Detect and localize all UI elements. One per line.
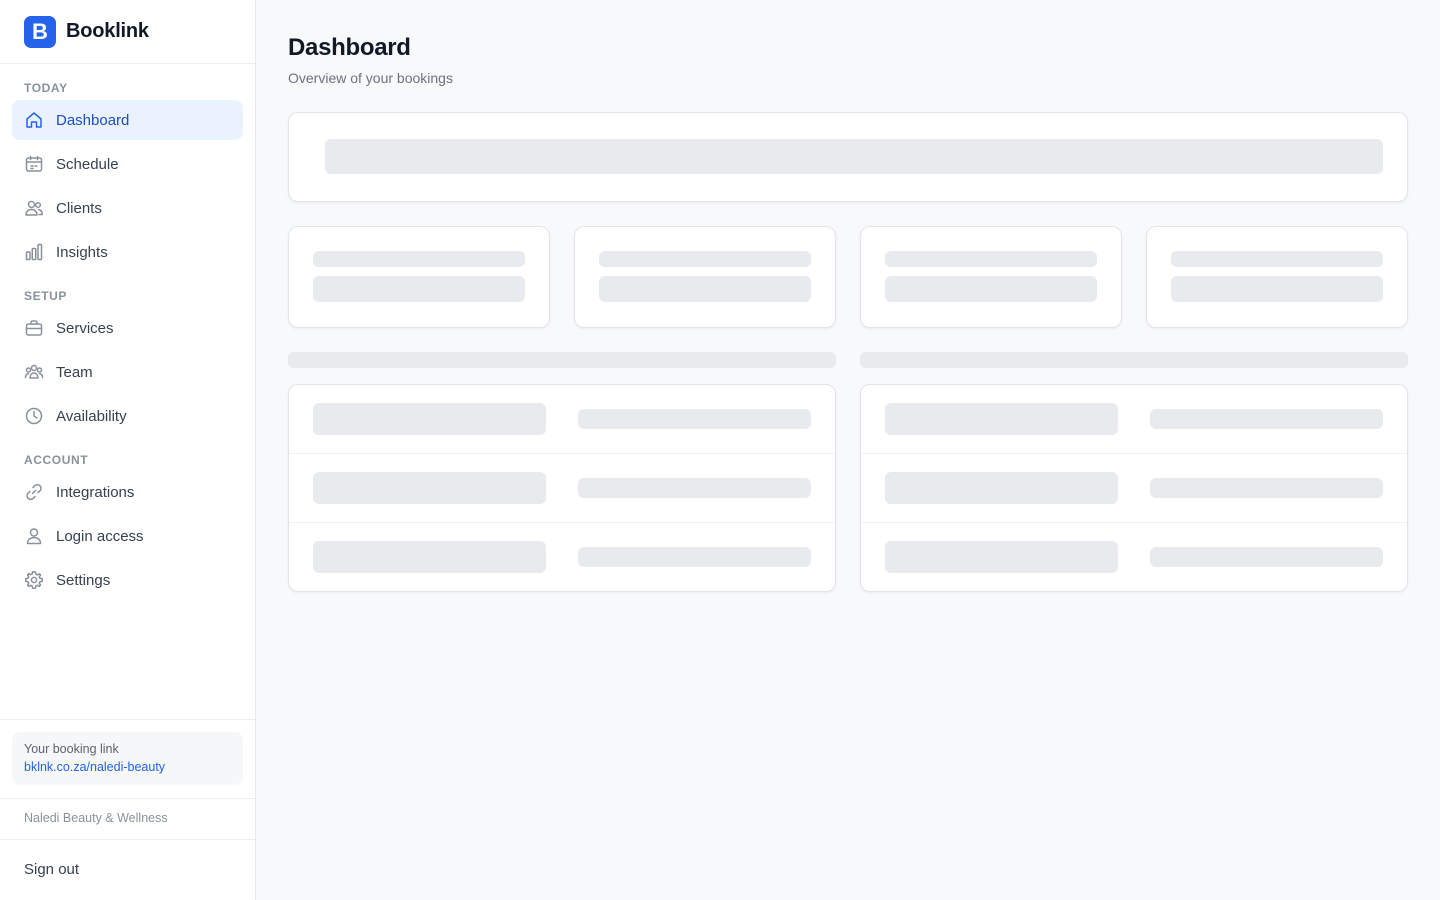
sidebar-item-insights[interactable]: Insights <box>12 232 243 272</box>
section-label-setup: SETUP <box>24 289 68 303</box>
skeleton-bar <box>313 472 546 504</box>
skeleton-stat-card <box>1146 226 1408 328</box>
section-label-today: TODAY <box>24 81 68 95</box>
sidebar-item-dashboard[interactable]: Dashboard <box>12 100 243 140</box>
skeleton-bar <box>313 276 525 302</box>
skeleton-bar <box>325 139 1383 174</box>
booking-link-card: Your booking link bklnk.co.za/naledi-bea… <box>12 732 243 785</box>
skeleton-stat-card <box>860 226 1122 328</box>
sign-out-button[interactable]: Sign out <box>24 861 79 878</box>
divider <box>0 798 255 799</box>
booking-link[interactable]: bklnk.co.za/naledi-beauty <box>24 760 231 774</box>
booking-link-caption: Your booking link <box>24 742 119 756</box>
skeleton-bar <box>578 409 811 429</box>
sidebar-item-settings[interactable]: Settings <box>12 560 243 600</box>
skeleton-bar <box>1171 276 1383 302</box>
row-divider <box>861 453 1407 454</box>
skeleton-bar <box>1150 478 1383 498</box>
sidebar: B Booklink TODAY Dashboard Schedule Clie… <box>0 0 256 900</box>
skeleton-stat-card <box>288 226 550 328</box>
sidebar-item-schedule[interactable]: Schedule <box>12 144 243 184</box>
skeleton-bar <box>1150 409 1383 429</box>
brand-name: Booklink <box>66 20 149 42</box>
skeleton-bar <box>885 276 1097 302</box>
row-divider <box>289 453 835 454</box>
skeleton-section-heading <box>860 352 1408 368</box>
sidebar-item-label: Insights <box>56 243 108 261</box>
page-subtitle: Overview of your bookings <box>288 70 453 86</box>
skeleton-bar <box>578 478 811 498</box>
calendar-icon <box>24 154 44 174</box>
skeleton-stat-card <box>574 226 836 328</box>
divider <box>0 839 255 840</box>
user-icon <box>24 526 44 546</box>
row-divider <box>289 522 835 523</box>
gear-icon <box>24 570 44 590</box>
sidebar-item-label: Settings <box>56 571 111 589</box>
row-divider <box>861 522 1407 523</box>
sidebar-item-label: Dashboard <box>56 111 130 129</box>
sidebar-item-availability[interactable]: Availability <box>12 396 243 436</box>
link-icon <box>24 482 44 502</box>
team-icon <box>24 362 44 382</box>
skeleton-list-card <box>288 384 836 592</box>
sidebar-item-login-access[interactable]: Login access <box>12 516 243 556</box>
skeleton-bar <box>885 472 1118 504</box>
skeleton-list-card <box>860 384 1408 592</box>
home-icon <box>24 110 44 130</box>
sidebar-item-integrations[interactable]: Integrations <box>12 472 243 512</box>
skeleton-bar <box>885 251 1097 267</box>
business-name: Naledi Beauty & Wellness <box>24 811 168 825</box>
skeleton-banner-card <box>288 112 1408 202</box>
brand[interactable]: B Booklink <box>0 0 255 64</box>
sidebar-item-label: Team <box>56 363 93 381</box>
users-icon <box>24 198 44 218</box>
page-title: Dashboard <box>288 34 411 61</box>
bar-chart-icon <box>24 242 44 262</box>
main-content: Dashboard Overview of your bookings <box>256 0 1440 900</box>
sidebar-item-label: Availability <box>56 407 127 425</box>
sidebar-item-team[interactable]: Team <box>12 352 243 392</box>
divider <box>0 719 255 720</box>
skeleton-bar <box>885 541 1118 573</box>
clock-icon <box>24 406 44 426</box>
section-label-account: ACCOUNT <box>24 453 89 467</box>
sidebar-item-label: Services <box>56 319 114 337</box>
sidebar-item-label: Integrations <box>56 483 135 501</box>
sidebar-item-label: Schedule <box>56 155 119 173</box>
skeleton-bar <box>599 276 811 302</box>
skeleton-bar <box>313 541 546 573</box>
skeleton-bar <box>885 403 1118 435</box>
briefcase-icon <box>24 318 44 338</box>
sidebar-item-label: Clients <box>56 199 102 217</box>
sidebar-item-clients[interactable]: Clients <box>12 188 243 228</box>
skeleton-section-heading <box>288 352 836 368</box>
skeleton-bar <box>313 403 546 435</box>
skeleton-bar <box>1150 547 1383 567</box>
skeleton-bar <box>313 251 525 267</box>
brand-logo: B <box>24 15 56 48</box>
skeleton-bar <box>599 251 811 267</box>
skeleton-bar <box>578 547 811 567</box>
sidebar-item-services[interactable]: Services <box>12 308 243 348</box>
sidebar-item-label: Login access <box>56 527 144 545</box>
skeleton-bar <box>1171 251 1383 267</box>
